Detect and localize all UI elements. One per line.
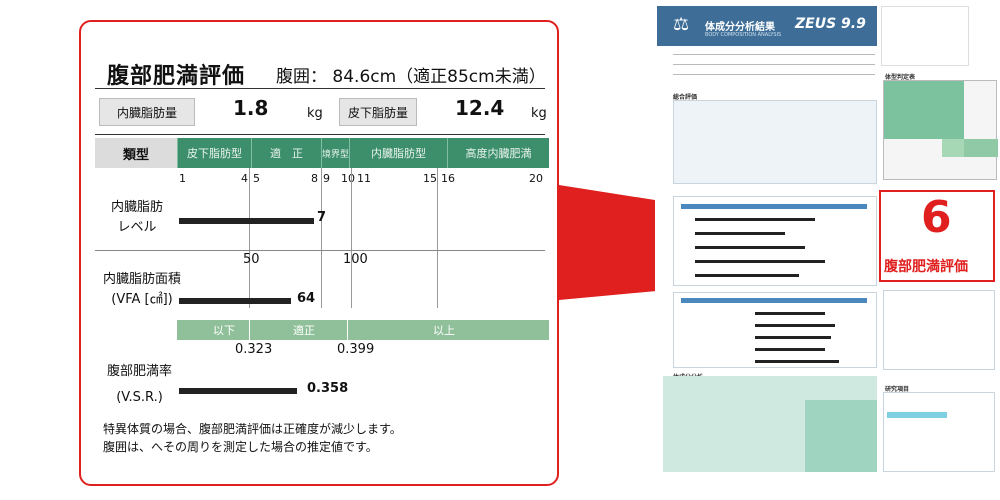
scale-16: 16: [441, 172, 455, 185]
scale-11: 11: [357, 172, 371, 185]
vsr-label: 腹部肥満率 (V.S.R.): [107, 364, 173, 405]
vfa-value: 64: [297, 291, 316, 306]
report-thumbnail: ⚖ 体成分分析結果 BODY COMPOSITION ANALYSIS ZEUS…: [655, 0, 1000, 500]
footnote: 特異体質の場合、腹部肥満評価は正確度が減少します。 腹囲は、へその周りを測定した…: [103, 422, 402, 454]
report-title: 体成分分析結果: [705, 22, 775, 33]
vfl-value: 7: [317, 210, 327, 225]
callout-label: 腹部肥満評価: [884, 259, 968, 275]
category-severe-visceral: 高度内臓肥満: [447, 138, 549, 168]
scale-9: 9: [323, 172, 330, 185]
waist-measure: 腹囲： 84.6cm（適正85cm未満）: [276, 67, 546, 87]
abdominal-title: 腹部肥満評価: [107, 64, 246, 89]
scale-5: 5: [253, 172, 260, 185]
vsr-value: 0.358: [307, 381, 349, 396]
category-subcutaneous: 皮下脂肪型: [177, 138, 251, 168]
subcutaneous-fat-mass-unit: kg: [531, 106, 547, 121]
report-header: ⚖ 体成分分析結果 BODY COMPOSITION ANALYSIS ZEUS…: [657, 6, 877, 46]
vsr-band-high: 以上: [433, 324, 455, 337]
vfl-bar: [179, 218, 314, 224]
row-rule: [95, 134, 545, 135]
vfa-tick-50: 50: [243, 252, 260, 267]
guide-line: [351, 168, 352, 308]
visceral-fat-mass-value: 1.8: [233, 96, 269, 120]
photo-box: [881, 6, 969, 66]
guide-line: [321, 168, 322, 308]
type-header-row: 類型 皮下脂肪型 適 正 境界型 内臓脂肪型 高度内臓肥満: [95, 138, 549, 168]
body-type-chart: [883, 80, 998, 180]
vfa-bar: [179, 298, 291, 304]
scale-1: 1: [179, 172, 186, 185]
scale-4: 4: [241, 172, 248, 185]
vsr-band-normal: 適正: [293, 324, 315, 337]
callout-number: 6: [921, 192, 952, 243]
visceral-fat-mass-label: 内臓脂肪量: [99, 98, 195, 126]
vsr-bar: [179, 388, 297, 394]
title-rule: [95, 88, 545, 89]
subcutaneous-fat-mass-label: 皮下脂肪量: [339, 98, 417, 126]
type-header: 類型: [95, 138, 177, 168]
scale-10: 10: [341, 172, 355, 185]
vfa-label: 内臓脂肪面積 (VFA [㎠]): [103, 272, 182, 307]
vfa-tick-100: 100: [343, 252, 368, 267]
subcutaneous-fat-mass-value: 12.4: [455, 96, 505, 120]
vfl-label: 内臓脂肪 レベル: [111, 200, 164, 235]
segmental-block: [673, 292, 877, 368]
scale-15: 15: [423, 172, 437, 185]
category-visceral: 内臓脂肪型: [349, 138, 447, 168]
category-normal: 適 正: [251, 138, 321, 168]
section-rule: [95, 250, 545, 251]
guide-line: [437, 168, 438, 308]
guide-line: [249, 168, 250, 308]
control-block: [883, 290, 995, 370]
overall-block: [673, 100, 877, 184]
report-subtitle: BODY COMPOSITION ANALYSIS: [705, 32, 782, 38]
fat-mass-row: 内臓脂肪量 1.8 kg 皮下脂肪量 12.4 kg: [95, 92, 549, 132]
vsr-tick-high: 0.399: [337, 342, 375, 357]
vsr-tick-low: 0.323: [235, 342, 273, 357]
research-block: [883, 392, 995, 472]
scale-20: 20: [529, 172, 543, 185]
muscle-fat-block: [673, 196, 877, 286]
scale-icon: ⚖: [673, 14, 690, 35]
category-borderline: 境界型: [321, 138, 349, 168]
visceral-fat-mass-unit: kg: [307, 106, 323, 121]
scale-8: 8: [311, 172, 318, 185]
vsr-band: 以下 適正 以上: [177, 320, 549, 340]
zoomed-abdominal-evaluation: 腹部肥満評価 腹囲： 84.6cm（適正85cm未満） 内臓脂肪量 1.8 kg…: [79, 20, 559, 486]
vsr-band-low: 以下: [213, 324, 235, 337]
zeus-logo: ZEUS 9.9: [795, 16, 866, 32]
